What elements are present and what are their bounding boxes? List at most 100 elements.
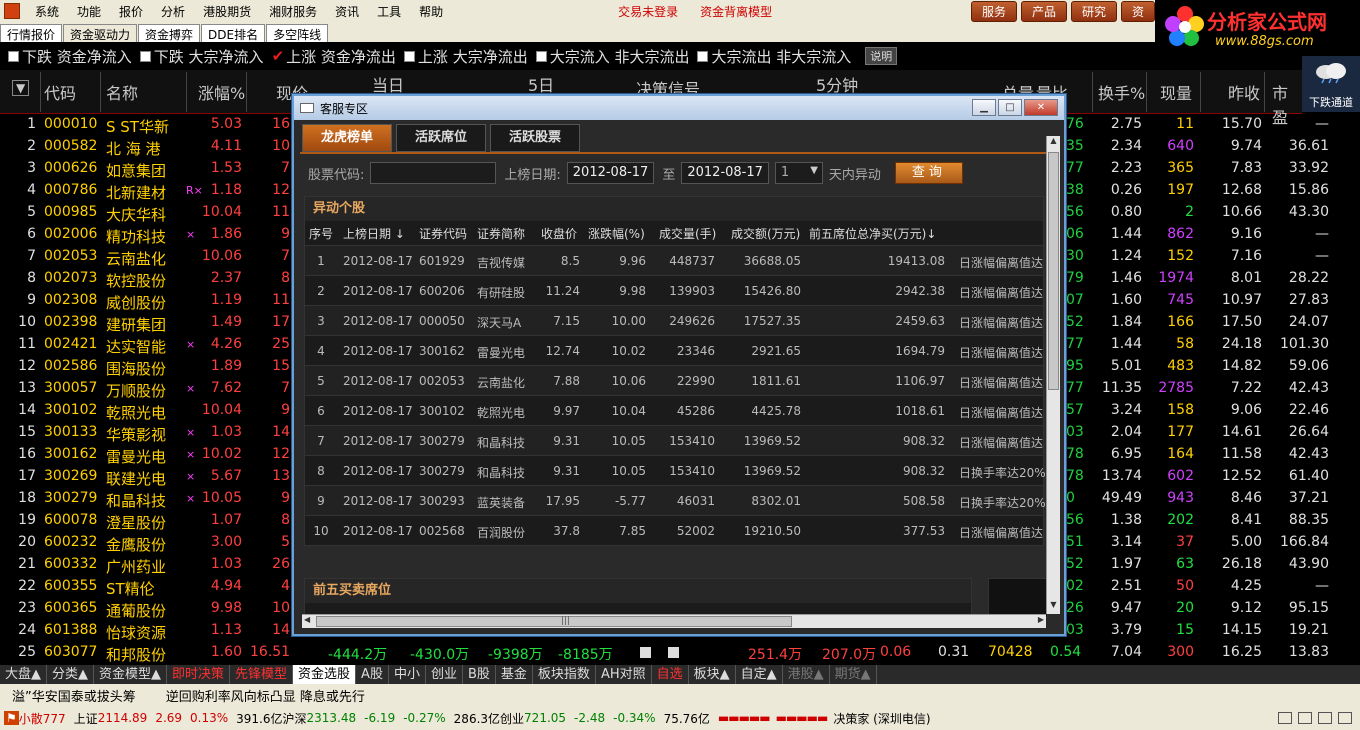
bottom-tab[interactable]: 期货▲ bbox=[830, 665, 877, 684]
menu-system[interactable]: 系统 bbox=[26, 3, 68, 20]
tab-dragon-tiger-list[interactable]: 龙虎榜单 bbox=[302, 124, 392, 152]
bottom-tab[interactable]: 分类▲ bbox=[47, 665, 94, 684]
info-button[interactable]: 资 bbox=[1120, 0, 1155, 22]
news-item[interactable]: 逆回购利率风向标凸显 降息或先行 bbox=[166, 686, 365, 705]
date-to-input[interactable]: 2012-08-17 bbox=[681, 162, 769, 184]
table-row[interactable]: 1 2012-08-17 601929 吉视传媒 8.5 9.96 448737 36688.… bbox=[305, 245, 1043, 275]
bottom-tab[interactable]: 自定▲ bbox=[736, 665, 783, 684]
menu-analysis[interactable]: 分析 bbox=[152, 3, 194, 20]
explain-button[interactable]: 说明 bbox=[865, 47, 898, 65]
bottom-tab[interactable]: AH对照 bbox=[596, 665, 652, 684]
market-weather-widget[interactable]: 下跌通道 bbox=[1302, 56, 1360, 112]
table-row[interactable]: 5 2012-08-17 002053 云南盐化 7.88 10.06 22990 1811.… bbox=[305, 365, 1043, 395]
header-vol[interactable]: 现量 bbox=[1160, 80, 1192, 104]
bottom-tab[interactable]: 先锋模型 bbox=[230, 665, 294, 684]
header-5day[interactable]: 5日 bbox=[528, 72, 554, 96]
menu-function[interactable]: 功能 bbox=[68, 3, 110, 20]
bottom-tab[interactable]: 大盘▲ bbox=[0, 665, 47, 684]
table-row[interactable]: 8 2012-08-17 300279 和晶科技 9.31 10.05 153410 1396… bbox=[305, 455, 1045, 485]
date-from-input[interactable]: 2012-08-17 bbox=[566, 162, 655, 184]
tab-fund-drive[interactable]: 资金驱动力 bbox=[63, 24, 138, 42]
bottom-tab[interactable]: 创业 bbox=[426, 665, 463, 684]
tab-dde-rank[interactable]: DDE排名 bbox=[201, 24, 266, 42]
dialog-titlebar[interactable]: 客服专区 ▁ □ ✕ bbox=[294, 96, 1064, 120]
tab-active-stocks[interactable]: 活跃股票 bbox=[490, 124, 580, 152]
header-prev[interactable]: 昨收 bbox=[1228, 80, 1260, 104]
minimize-button[interactable]: ▁ bbox=[972, 99, 996, 116]
menu-help[interactable]: 帮助 bbox=[410, 3, 452, 20]
bottom-tab[interactable]: A股 bbox=[356, 665, 389, 684]
vertical-scrollbar[interactable]: ▲ ▼ bbox=[1046, 136, 1060, 614]
tab-bull-bear[interactable]: 多空阵线 bbox=[266, 24, 329, 42]
close-button[interactable]: ✕ bbox=[1024, 99, 1058, 116]
checkbox-icon[interactable] bbox=[697, 50, 709, 62]
days-select[interactable]: 1 ▼ bbox=[774, 162, 823, 184]
checkmark-icon[interactable]: ✔ bbox=[272, 47, 285, 65]
bottom-tab[interactable]: 自选 bbox=[652, 665, 689, 684]
col-stock-code[interactable]: 证券代码 bbox=[419, 225, 467, 242]
fund-divergence-model-link[interactable]: 资金背离模型 bbox=[694, 3, 778, 20]
maximize-button[interactable]: □ bbox=[998, 99, 1022, 116]
table-row[interactable]: 6 2012-08-17 300102 乾照光电 9.97 10.04 45286 4425.… bbox=[305, 395, 1043, 425]
settings-icon[interactable] bbox=[1298, 712, 1312, 724]
bottom-tab[interactable]: 资金模型▲ bbox=[94, 665, 167, 684]
header-turnover[interactable]: 换手% bbox=[1098, 80, 1145, 104]
table-row[interactable]: 25 603077 和邦股份 1.60 16.51 7.04 300 16.25 13.83 -4… bbox=[0, 642, 1329, 664]
info-icon[interactable] bbox=[1338, 712, 1352, 724]
header-name[interactable]: 名称 bbox=[106, 80, 138, 104]
bottom-tab[interactable]: 板块指数 bbox=[533, 665, 596, 684]
research-button[interactable]: 研究 bbox=[1070, 0, 1117, 22]
table-row[interactable]: 10 2012-08-17 002568 百润股份 37.8 7.85 52002 19210… bbox=[305, 515, 1043, 545]
broker-name[interactable]: 决策家 (深圳电信) bbox=[833, 710, 930, 727]
scroll-up-icon[interactable]: ▲ bbox=[1047, 136, 1060, 150]
header-code[interactable]: 代码 bbox=[44, 80, 76, 104]
menu-news[interactable]: 资讯 bbox=[326, 3, 368, 20]
table-row[interactable]: 9 2012-08-17 300293 蓝英装备 17.95 -5.77 46031 8302… bbox=[305, 485, 1045, 515]
table-row[interactable]: 4 2012-08-17 300162 雷曼光电 12.74 10.02 23346 2921… bbox=[305, 335, 1043, 365]
tab-active-seats[interactable]: 活跃席位 bbox=[396, 124, 486, 152]
news-item[interactable]: 溢”华安国泰或拔头筹 bbox=[12, 686, 136, 705]
signal-icon[interactable] bbox=[1318, 712, 1332, 724]
column-menu-icon[interactable]: ▼ bbox=[12, 80, 30, 96]
col-change-pct[interactable]: 涨跌幅(%) bbox=[588, 225, 645, 242]
tab-quote[interactable]: 行情报价 bbox=[0, 24, 63, 42]
scroll-thumb[interactable] bbox=[1048, 152, 1059, 390]
menu-hk-futures[interactable]: 港股期货 bbox=[194, 3, 260, 20]
menu-tools[interactable]: 工具 bbox=[368, 3, 410, 20]
bottom-tab[interactable]: 港股▲ bbox=[783, 665, 830, 684]
message-flag-icon[interactable]: ⚑ bbox=[4, 711, 19, 725]
bottom-tab[interactable]: 板块▲ bbox=[689, 665, 736, 684]
bottom-tab[interactable]: 基金 bbox=[496, 665, 533, 684]
filter-up-block-outflow[interactable]: 上涨 大宗净流出 bbox=[403, 46, 528, 67]
table-row[interactable]: 3 2012-08-17 000050 深天马A 7.15 10.00 249626 1752… bbox=[305, 305, 1043, 335]
col-top5-net-buy[interactable]: 前五席位总净买(万元)↓ bbox=[809, 225, 936, 242]
checkbox-icon[interactable] bbox=[403, 50, 415, 62]
bottom-tab[interactable]: 资金选股 bbox=[293, 665, 357, 684]
scroll-thumb[interactable]: ||| bbox=[316, 616, 792, 627]
mail-icon[interactable] bbox=[1278, 712, 1292, 724]
checkbox-icon[interactable] bbox=[8, 50, 19, 62]
col-list-date[interactable]: 上榜日期 ↓ bbox=[343, 225, 405, 242]
col-amount[interactable]: 成交额(万元) bbox=[731, 225, 800, 242]
horizontal-scrollbar[interactable]: ◀ ||| ▶ bbox=[302, 614, 1046, 628]
menu-quote[interactable]: 报价 bbox=[110, 3, 152, 20]
header-5min[interactable]: 5分钟 bbox=[816, 72, 858, 96]
filter-up-fund-outflow[interactable]: ✔ 上涨 资金净流出 bbox=[272, 46, 396, 67]
scroll-right-icon[interactable]: ▶ bbox=[1038, 615, 1044, 624]
message-user[interactable]: 小散777 bbox=[19, 710, 66, 727]
col-volume[interactable]: 成交量(手) bbox=[659, 225, 716, 242]
col-stock-name[interactable]: 证券简称 bbox=[477, 225, 525, 242]
query-button[interactable]: 查询 bbox=[894, 162, 963, 184]
checkbox-icon[interactable] bbox=[535, 50, 547, 62]
tab-fund-game[interactable]: 资金搏弈 bbox=[138, 24, 201, 42]
bottom-tab[interactable]: 中小 bbox=[389, 665, 426, 684]
scroll-down-icon[interactable]: ▼ bbox=[1047, 600, 1060, 614]
table-row[interactable]: 7 2012-08-17 300279 和晶科技 9.31 10.05 153410 1396… bbox=[305, 425, 1043, 455]
header-day[interactable]: 当日 bbox=[372, 72, 404, 96]
table-row[interactable]: 2 2012-08-17 600206 有研硅股 11.24 9.98 139903 1542… bbox=[305, 275, 1043, 305]
bottom-tab[interactable]: B股 bbox=[463, 665, 496, 684]
col-index[interactable]: 序号 bbox=[309, 225, 333, 242]
trade-login-status[interactable]: 交易未登录 bbox=[612, 3, 684, 20]
header-pct[interactable]: 涨幅% bbox=[198, 80, 245, 104]
product-button[interactable]: 产品 bbox=[1020, 0, 1067, 22]
